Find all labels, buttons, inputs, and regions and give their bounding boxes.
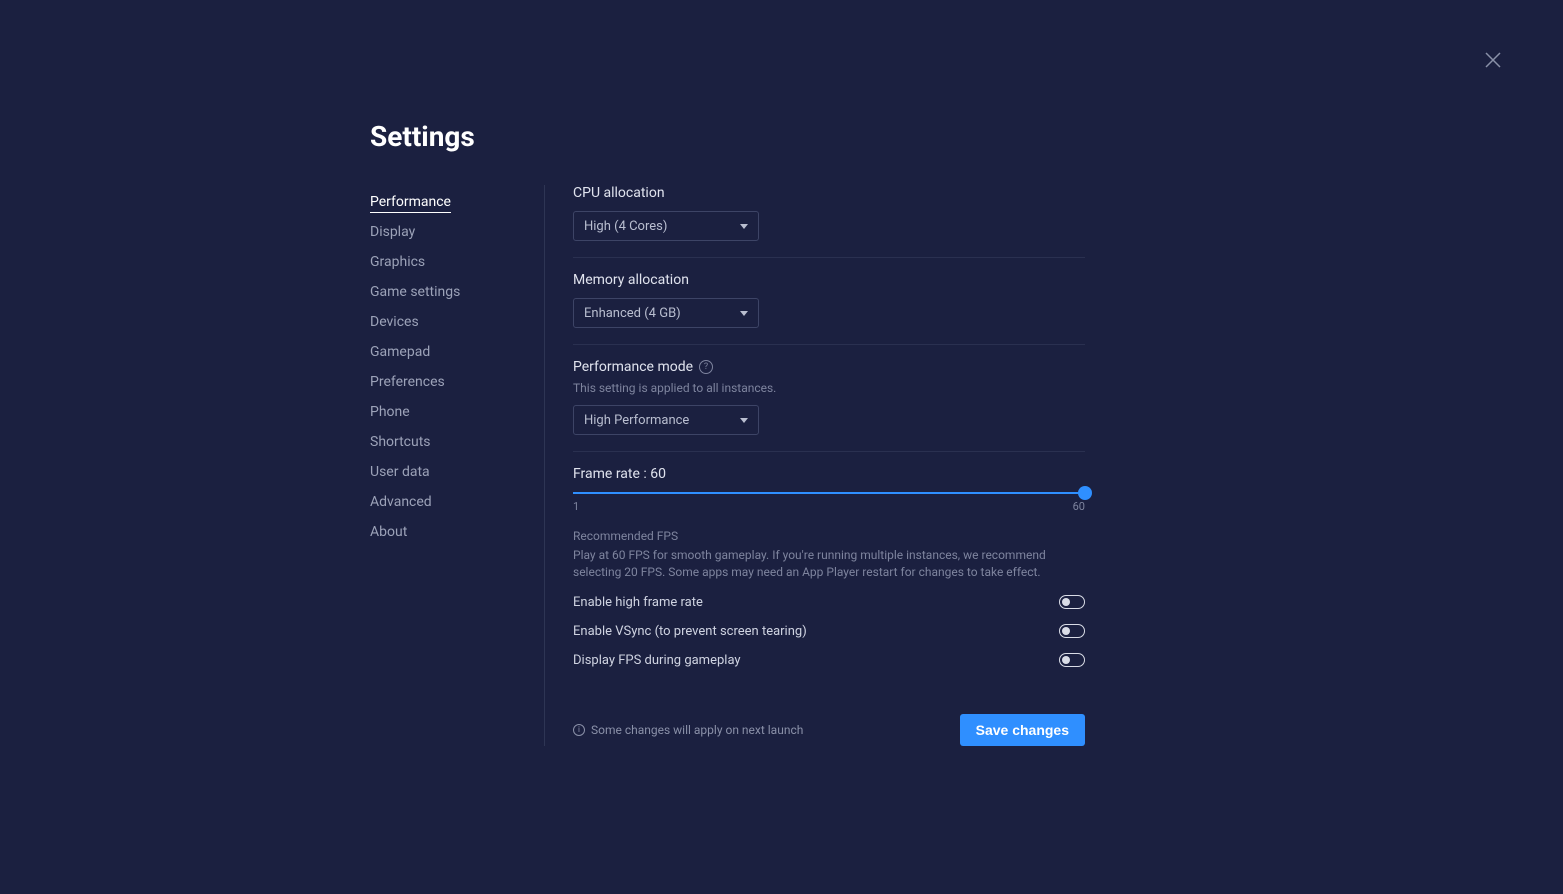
sidebar-item-performance[interactable]: Performance [370,187,544,217]
sidebar-item-label: Game settings [370,284,460,300]
sidebar-item-label: Phone [370,404,410,420]
slider-min: 1 [573,500,579,513]
page-title: Settings [370,120,1085,153]
sidebar-item-shortcuts[interactable]: Shortcuts [370,427,544,457]
perf-mode-label-text: Performance mode [573,359,693,375]
slider-thumb[interactable] [1078,486,1092,500]
chevron-down-icon [740,224,748,229]
perf-mode-dropdown-value: High Performance [584,413,689,428]
sidebar-item-preferences[interactable]: Preferences [370,367,544,397]
toggle-label: Enable VSync (to prevent screen tearing) [573,624,807,639]
close-button[interactable] [1483,50,1503,70]
toggle-label: Enable high frame rate [573,595,703,610]
toggle-knob [1062,598,1070,606]
sidebar-item-phone[interactable]: Phone [370,397,544,427]
recommended-fps-text: Play at 60 FPS for smooth gameplay. If y… [573,547,1085,581]
frame-rate-label: Frame rate : 60 [573,466,1085,482]
chevron-down-icon [740,311,748,316]
recommended-fps-title: Recommended FPS [573,529,1085,543]
sidebar-item-user-data[interactable]: User data [370,457,544,487]
sidebar-item-label: Preferences [370,374,445,390]
footer-note-text: Some changes will apply on next launch [591,723,803,737]
sidebar-item-label: Advanced [370,494,432,510]
section-cpu: CPU allocation High (4 Cores) [573,185,1085,258]
cpu-dropdown[interactable]: High (4 Cores) [573,211,759,241]
slider-range-labels: 1 60 [573,500,1085,513]
memory-label: Memory allocation [573,272,1085,288]
sidebar-item-about[interactable]: About [370,517,544,547]
sidebar-item-label: User data [370,464,430,480]
sidebar-item-label: Gamepad [370,344,430,360]
help-icon[interactable]: ? [699,360,713,374]
slider-max: 60 [1073,500,1085,513]
sidebar-item-label: Graphics [370,254,425,270]
sidebar-item-label: Devices [370,314,419,330]
sidebar-item-gamepad[interactable]: Gamepad [370,337,544,367]
toggle-high-frame-rate[interactable] [1059,595,1085,609]
toggle-row-high-frame-rate: Enable high frame rate [573,595,1085,610]
toggle-row-vsync: Enable VSync (to prevent screen tearing) [573,624,1085,639]
cpu-dropdown-value: High (4 Cores) [584,219,667,234]
toggle-row-display-fps: Display FPS during gameplay [573,653,1085,668]
memory-dropdown[interactable]: Enhanced (4 GB) [573,298,759,328]
toggle-knob [1062,656,1070,664]
sidebar-item-label: Display [370,224,415,240]
sidebar-item-graphics[interactable]: Graphics [370,247,544,277]
toggle-knob [1062,627,1070,635]
perf-mode-label: Performance mode ? [573,359,1085,375]
frame-rate-slider[interactable]: 1 60 [573,492,1085,513]
content-panel: CPU allocation High (4 Cores) Memory all… [545,185,1085,746]
sidebar-item-game-settings[interactable]: Game settings [370,277,544,307]
save-changes-button[interactable]: Save changes [960,714,1085,746]
sidebar-item-devices[interactable]: Devices [370,307,544,337]
cpu-label: CPU allocation [573,185,1085,201]
toggle-vsync[interactable] [1059,624,1085,638]
memory-dropdown-value: Enhanced (4 GB) [584,306,681,321]
perf-mode-sub: This setting is applied to all instances… [573,381,1085,395]
section-frame-rate: Frame rate : 60 1 60 Recommended FPS Pla… [573,466,1085,684]
slider-track [573,492,1085,494]
footer: i Some changes will apply on next launch… [573,714,1085,746]
close-icon [1483,50,1503,70]
sidebar-item-advanced[interactable]: Advanced [370,487,544,517]
section-perf-mode: Performance mode ? This setting is appli… [573,359,1085,452]
toggle-display-fps[interactable] [1059,653,1085,667]
sidebar: Performance Display Graphics Game settin… [370,185,545,746]
toggle-label: Display FPS during gameplay [573,653,741,668]
sidebar-item-label: Performance [370,194,451,213]
info-icon: i [573,724,585,736]
chevron-down-icon [740,418,748,423]
footer-note: i Some changes will apply on next launch [573,723,803,737]
sidebar-item-label: About [370,524,407,540]
section-memory: Memory allocation Enhanced (4 GB) [573,272,1085,345]
sidebar-item-label: Shortcuts [370,434,431,450]
perf-mode-dropdown[interactable]: High Performance [573,405,759,435]
sidebar-item-display[interactable]: Display [370,217,544,247]
